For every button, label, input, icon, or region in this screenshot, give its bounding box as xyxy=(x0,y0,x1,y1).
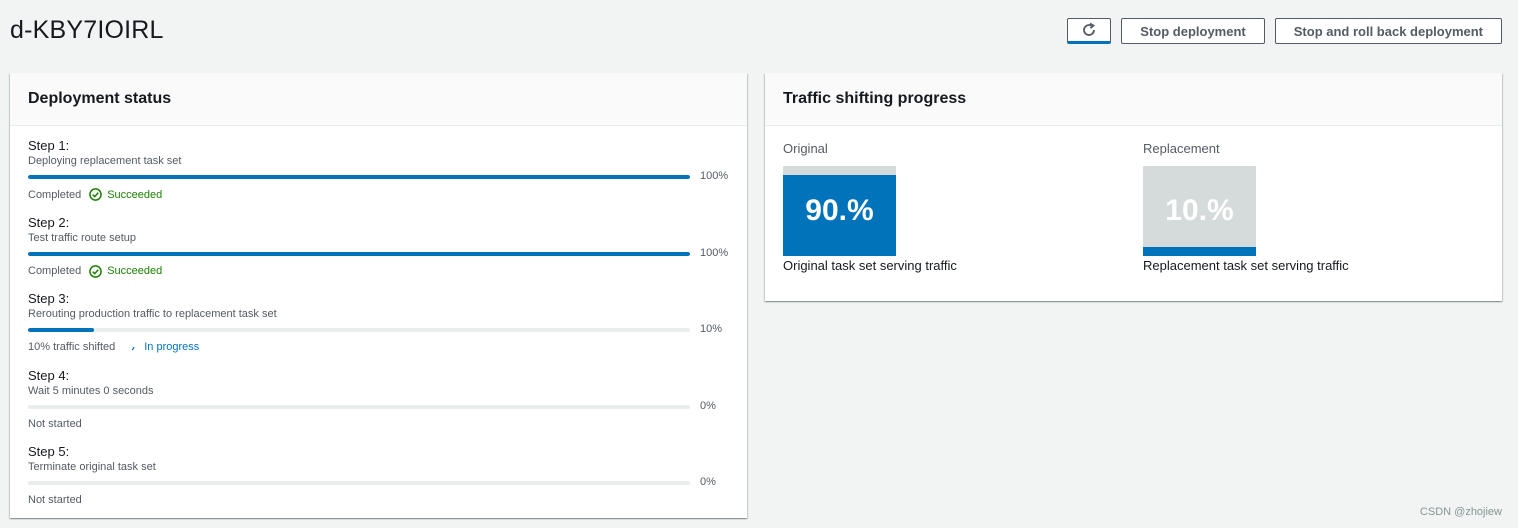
deployment-step: Step 2: Test traffic route setup 100% Co… xyxy=(28,215,729,292)
status-text: Not started xyxy=(28,417,82,430)
step-description: Test traffic route setup xyxy=(28,231,137,244)
refresh-icon xyxy=(1083,22,1096,36)
step-description: Wait 5 minutes 0 seconds xyxy=(28,384,154,397)
original-label: Original xyxy=(783,141,828,156)
status-badge: Succeeded xyxy=(89,188,162,201)
replacement-caption: Replacement task set serving traffic xyxy=(1143,258,1349,273)
progress-percent: 0% xyxy=(700,399,716,412)
check-circle-icon xyxy=(89,264,103,278)
replacement-percent: 10.% xyxy=(1165,194,1234,227)
panel-title: Deployment status xyxy=(28,90,172,107)
step-description: Terminate original task set xyxy=(28,461,156,473)
step-title: Step 5: xyxy=(28,444,70,459)
progress-bar xyxy=(28,481,690,485)
status-text: Not started xyxy=(28,494,82,506)
panel-title: Traffic shifting progress xyxy=(783,90,967,107)
status-badge-label: In progress xyxy=(144,341,200,353)
progress-bar xyxy=(28,328,690,332)
deployment-step: Step 1: Deploying replacement task set 1… xyxy=(28,138,729,215)
step-status: Not started xyxy=(28,418,82,430)
header-actions: Stop deployment Stop and roll back deplo… xyxy=(1067,18,1502,44)
step-status: Not started xyxy=(28,494,82,506)
step-status: Completed Succeeded xyxy=(28,264,163,278)
status-text: Completed xyxy=(28,188,82,201)
progress-percent: 0% xyxy=(700,476,716,488)
progress-bar xyxy=(28,251,690,256)
deployment-step: Step 3: Rerouting production traffic to … xyxy=(28,291,729,368)
status-text: Completed xyxy=(28,265,82,277)
step-status: 10% traffic shifted In progress xyxy=(28,341,199,353)
status-badge-label: Succeeded xyxy=(107,265,163,277)
progress-bar xyxy=(28,175,690,179)
steps-list: Step 1: Deploying replacement task set 1… xyxy=(10,126,747,521)
replacement-traffic: Replacement 10.% Replacement task set se… xyxy=(1143,141,1349,273)
original-traffic-box: 90.% xyxy=(783,166,896,256)
traffic-shifting-panel: Traffic shifting progress Original 90.% … xyxy=(765,73,1502,301)
page-title: d-KBY7IOIRL xyxy=(10,16,164,44)
progress-percent: 100% xyxy=(700,246,729,259)
replacement-traffic-box: 10.% xyxy=(1143,166,1256,256)
deployment-status-panel: Deployment status Step 1: Deploying repl… xyxy=(10,73,747,518)
watermark: CSDN @zhojiew xyxy=(1419,506,1502,518)
status-text: 10% traffic shifted xyxy=(28,341,116,353)
step-title: Step 1: xyxy=(28,138,70,153)
status-badge: In progress xyxy=(131,341,199,353)
step-description: Deploying replacement task set xyxy=(28,155,182,167)
deployment-step: Step 4: Wait 5 minutes 0 seconds 0% Not … xyxy=(28,368,729,445)
status-badge-label: Succeeded xyxy=(107,188,163,201)
progress-percent: 10% xyxy=(700,323,723,335)
step-description: Rerouting production traffic to replacem… xyxy=(28,308,277,320)
status-badge: Succeeded xyxy=(89,264,163,278)
panel-header: Traffic shifting progress xyxy=(765,73,1502,126)
original-percent: 90.% xyxy=(805,194,874,227)
progress-fill xyxy=(28,328,95,332)
original-caption: Original task set serving traffic xyxy=(783,258,957,273)
progress-fill xyxy=(28,175,690,179)
refresh-button[interactable] xyxy=(1067,18,1112,44)
check-circle-icon xyxy=(89,188,103,201)
panel-header: Deployment status xyxy=(10,73,747,126)
step-title: Step 3: xyxy=(28,291,70,306)
step-title: Step 4: xyxy=(28,367,70,383)
stop-deployment-button[interactable]: Stop deployment xyxy=(1121,18,1265,44)
progress-fill xyxy=(28,251,690,256)
step-title: Step 2: xyxy=(28,214,70,230)
progress-bar xyxy=(28,404,690,409)
stop-and-rollback-button[interactable]: Stop and roll back deployment xyxy=(1274,18,1502,44)
step-status: Completed Succeeded xyxy=(28,188,162,201)
spinner-icon xyxy=(131,346,135,351)
original-traffic: Original 90.% Original task set serving … xyxy=(783,141,957,273)
progress-percent: 100% xyxy=(700,170,729,182)
deployment-step: Step 5: Terminate original task set 0% N… xyxy=(28,444,729,521)
replacement-label: Replacement xyxy=(1143,141,1220,156)
